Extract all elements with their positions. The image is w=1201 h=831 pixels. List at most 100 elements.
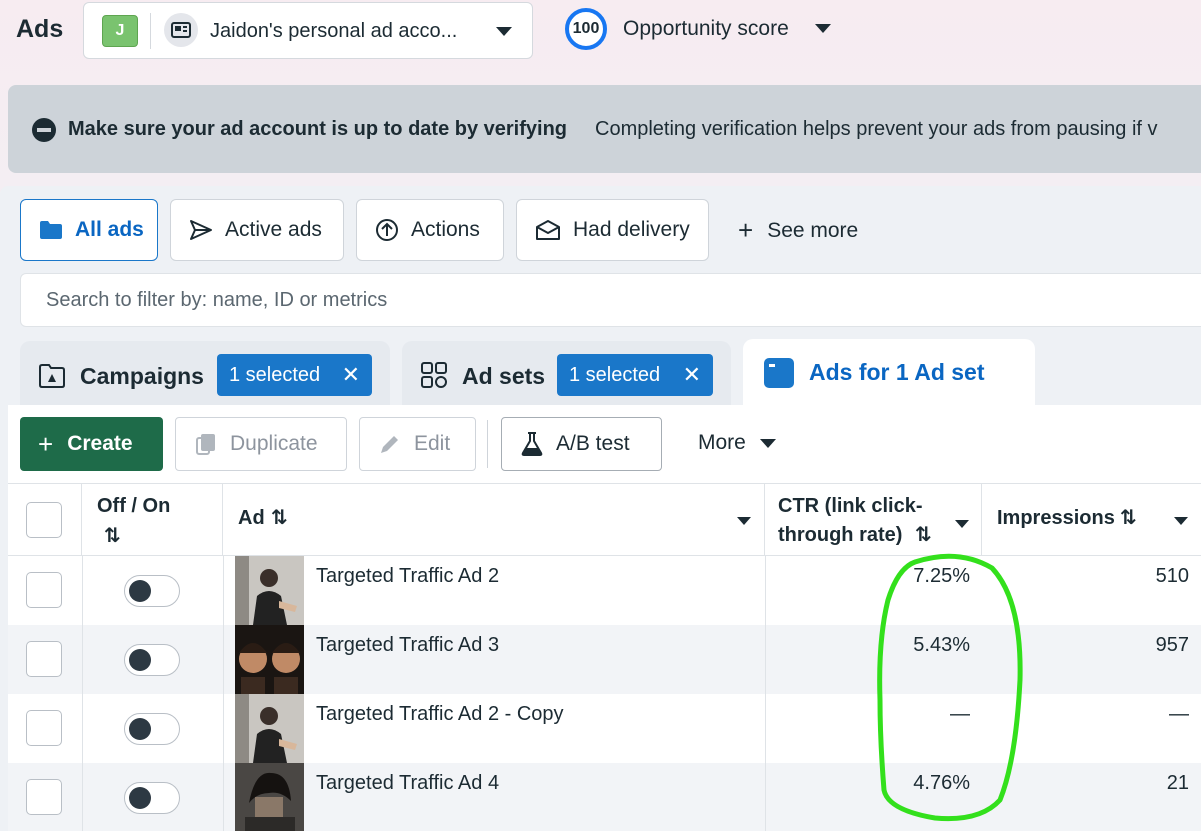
plus-icon: + [738,215,754,245]
close-icon[interactable]: ✕ [342,354,360,396]
chevron-down-icon[interactable] [737,517,751,525]
envelope-icon [535,219,561,241]
column-ctr[interactable]: CTR (link click- through rate) ⇅ [765,484,982,556]
column-impressions[interactable]: Impressions ⇅ [982,484,1201,556]
ab-test-button[interactable]: A/B test [501,417,662,471]
chevron-down-icon [496,27,512,36]
ad-name[interactable]: Targeted Traffic Ad 2 - Copy [316,703,564,726]
sort-icon[interactable]: ⇅ [915,521,932,550]
filter-had-delivery[interactable]: Had delivery [516,199,709,261]
opportunity-score-label[interactable]: Opportunity score [623,17,789,41]
filter-actions[interactable]: Actions [356,199,504,261]
tab-label: Campaigns [80,363,204,389]
ad-thumbnail[interactable] [235,694,304,763]
column-label: CTR (link click- [778,495,923,517]
banner-text: Completing verification helps prevent yo… [595,118,1158,140]
ad-toggle[interactable] [124,782,180,814]
folder-icon [39,220,63,240]
grid-icon [421,362,447,388]
opportunity-score-badge[interactable]: 100 [565,8,607,50]
create-button[interactable]: + Create [20,417,163,471]
row-checkbox[interactable] [26,710,62,746]
edit-label: Edit [414,432,451,455]
chevron-down-icon[interactable] [955,520,969,528]
pencil-icon [378,432,402,456]
filter-label: Active ads [225,218,322,241]
table-header: Off / On ⇅ Ad ⇅ CTR (link click- through… [8,483,1201,556]
filter-label: All ads [75,218,144,241]
ad-name[interactable]: Targeted Traffic Ad 4 [316,772,499,795]
duplicate-button[interactable]: Duplicate [175,417,347,471]
account-name: Jaidon's personal ad acco... [210,20,458,42]
tab-campaigns[interactable]: Campaigns 1 selected ✕ [20,341,390,411]
duplicate-label: Duplicate [230,432,318,455]
chevron-down-icon[interactable] [815,24,831,33]
upload-circle-icon [375,218,399,242]
duplicate-icon [194,432,218,456]
adsets-selected-chip[interactable]: 1 selected ✕ [557,354,713,396]
banner-title: Make sure your ad account is up to date … [68,118,568,140]
edit-button[interactable]: Edit [359,417,476,471]
app-title: Ads [16,15,64,43]
tab-label: Ad sets [462,363,546,389]
ad-account-icon [164,13,198,47]
filter-active-ads[interactable]: Active ads [170,199,344,261]
tab-ad-sets[interactable]: Ad sets 1 selected ✕ [402,341,731,411]
sort-icon[interactable]: ⇅ [1120,504,1137,533]
create-label: Create [67,432,133,455]
send-icon [189,219,213,241]
row-checkbox[interactable] [26,641,62,677]
filter-all-ads[interactable]: All ads [20,199,158,261]
more-label: More [698,431,746,454]
toolbar-divider [487,420,488,468]
ab-test-label: A/B test [556,432,630,455]
plus-icon: + [38,428,54,459]
more-dropdown[interactable]: More [698,431,776,455]
select-all-checkbox[interactable] [26,502,62,538]
column-label: Off / On [97,495,171,517]
table-row[interactable]: Targeted Traffic Ad 3 5.43% 957 [8,625,1201,694]
table-row[interactable]: Targeted Traffic Ad 2 - Copy — — [8,694,1201,763]
see-more-button[interactable]: + See more [738,215,858,246]
impressions-value: — [1169,703,1189,725]
ad-name[interactable]: Targeted Traffic Ad 2 [316,565,499,588]
column-off-on[interactable]: Off / On ⇅ [82,484,223,556]
ad-thumbnail[interactable] [235,625,304,694]
column-label: Impressions [997,507,1115,529]
sort-icon[interactable]: ⇅ [271,504,288,533]
campaigns-selected-chip[interactable]: 1 selected ✕ [217,354,372,396]
campaign-folder-icon [39,364,65,388]
ad-toggle[interactable] [124,575,180,607]
account-avatar: J [102,15,138,47]
impressions-value: 510 [1155,565,1189,587]
ad-thumbnail[interactable] [235,763,304,831]
divider [150,13,151,49]
impressions-value: 957 [1155,634,1189,656]
ctr-value: 4.76% [913,772,970,794]
column-ad[interactable]: Ad ⇅ [223,484,765,556]
ad-name[interactable]: Targeted Traffic Ad 3 [316,634,499,657]
chip-label: 1 selected [229,364,321,386]
sort-icon[interactable]: ⇅ [104,522,121,551]
ctr-value: 7.25% [913,565,970,587]
impressions-value: 21 [1166,772,1189,794]
chevron-down-icon[interactable] [1174,517,1188,525]
search-input[interactable]: Search to filter by: name, ID or metrics [20,273,1201,327]
see-more-label: See more [767,218,859,242]
close-icon[interactable]: ✕ [683,354,701,396]
ctr-value: — [950,703,970,725]
filter-label: Actions [411,218,480,241]
ad-account-selector[interactable]: J Jaidon's personal ad acco... [83,2,533,59]
minus-circle-icon [32,118,56,142]
ad-thumbnail[interactable] [235,556,304,625]
row-checkbox[interactable] [26,779,62,815]
ad-toggle[interactable] [124,713,180,745]
ad-toggle[interactable] [124,644,180,676]
table-row[interactable]: Targeted Traffic Ad 4 4.76% 21 [8,763,1201,831]
ctr-value: 5.43% [913,634,970,656]
filter-label: Had delivery [573,218,690,241]
table-row[interactable]: Targeted Traffic Ad 2 7.25% 510 [8,556,1201,625]
top-bar: Ads J Jaidon's personal ad acco... 100 O… [0,0,1201,62]
verification-banner: Make sure your ad account is up to date … [8,85,1201,173]
row-checkbox[interactable] [26,572,62,608]
